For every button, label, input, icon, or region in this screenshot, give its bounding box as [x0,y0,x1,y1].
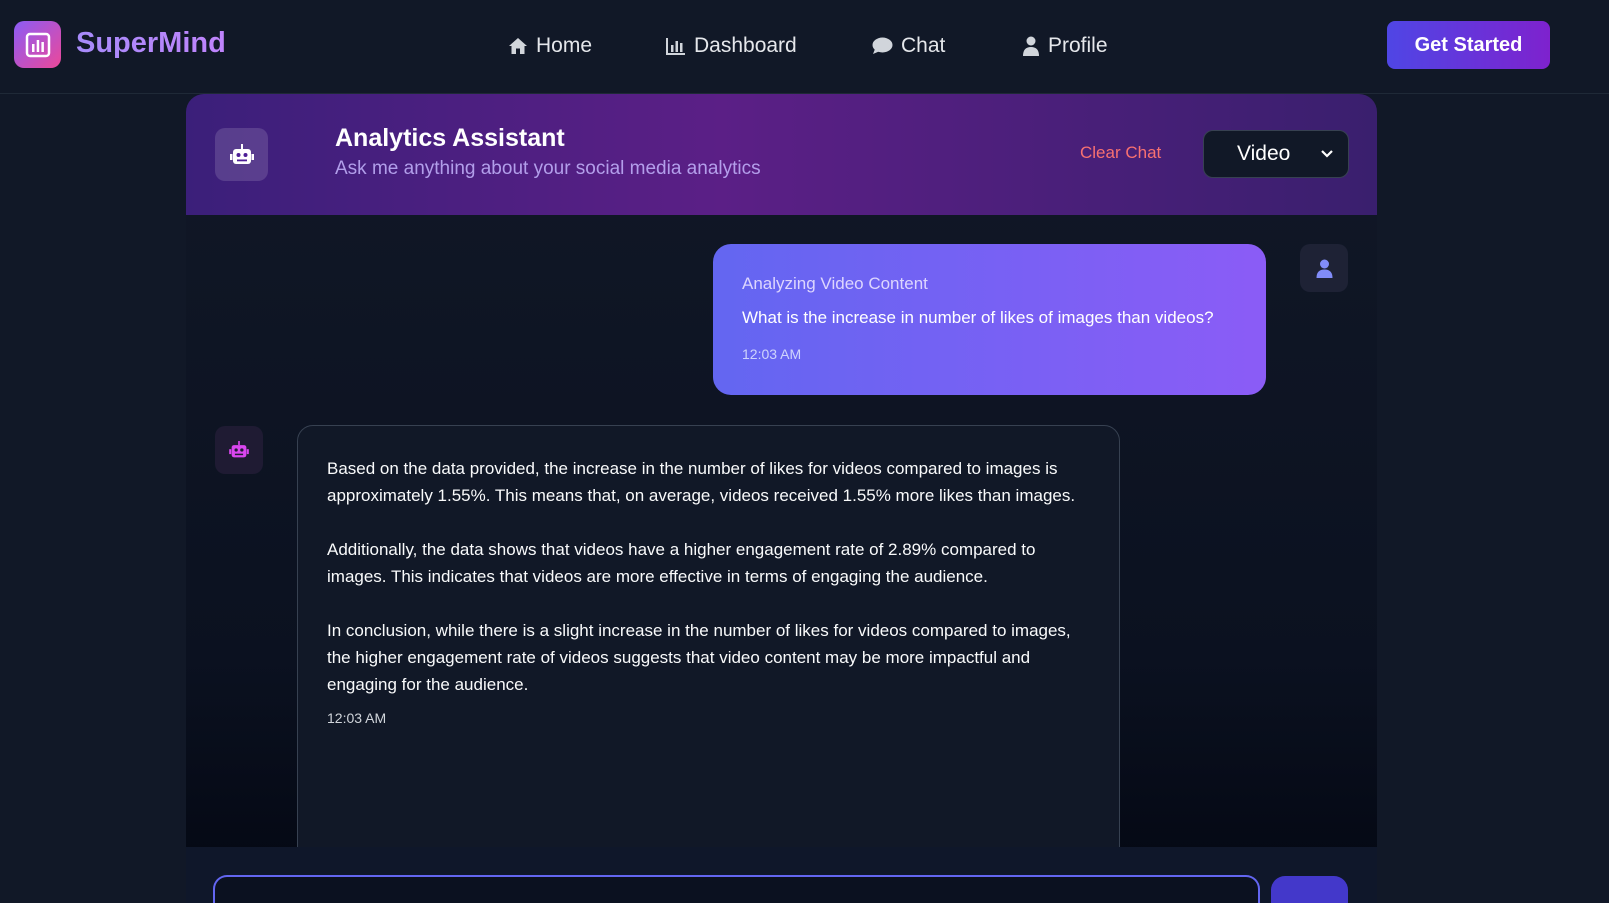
top-navbar: SuperMind Home Dashboard Chat Profile Ge… [0,0,1609,94]
chat-input[interactable] [213,875,1260,903]
user-icon [1316,259,1332,278]
logo-icon[interactable] [14,21,61,68]
chat-title: Analytics Assistant [335,124,565,152]
message-timestamp: 12:03 AM [327,710,387,726]
robot-icon [215,128,268,181]
send-button[interactable] [1271,876,1348,903]
get-started-button[interactable]: Get Started [1387,21,1550,69]
chat-subtitle: Ask me anything about your social media … [335,158,761,179]
message-paragraph: Based on the data provided, the increase… [327,459,1076,505]
clear-chat-button[interactable]: Clear Chat [1080,143,1161,163]
assistant-avatar [215,426,263,474]
nav-item-home[interactable]: Home [508,30,592,62]
user-avatar [1300,244,1348,292]
home-icon [509,38,527,54]
nav-item-label: Chat [901,34,946,57]
chevron-down-icon [1321,150,1333,158]
nav-item-chat[interactable]: Chat [872,30,945,62]
chat-bubble-icon [872,37,893,54]
nav-item-label: Dashboard [694,34,797,57]
message-paragraph: In conclusion, while there is a slight i… [327,621,1071,694]
robot-icon [229,441,249,458]
content-type-select[interactable]: Video [1203,130,1349,178]
chat-panel: Analytics Assistant Ask me anything abou… [186,94,1377,903]
assistant-message: Based on the data provided, the increase… [297,425,1120,885]
chat-input-bar [186,847,1377,903]
chat-header: Analytics Assistant Ask me anything abou… [186,94,1377,215]
nav-item-profile[interactable]: Profile [1022,30,1108,62]
nav-item-label: Home [536,34,593,57]
user-message: Analyzing Video Content What is the incr… [713,244,1266,395]
message-text: What is the increase in number of likes … [742,308,1214,327]
nav-item-dashboard[interactable]: Dashboard [666,30,797,62]
content-type-value: Video [1237,142,1291,165]
nav-item-label: Profile [1048,34,1108,57]
message-timestamp: 12:03 AM [742,346,802,362]
brand-name[interactable]: SuperMind [76,27,226,60]
bar-chart-icon [666,38,685,55]
message-context-label: Analyzing Video Content [742,274,928,293]
user-icon [1023,36,1039,56]
message-paragraph: Additionally, the data shows that videos… [327,540,1036,586]
